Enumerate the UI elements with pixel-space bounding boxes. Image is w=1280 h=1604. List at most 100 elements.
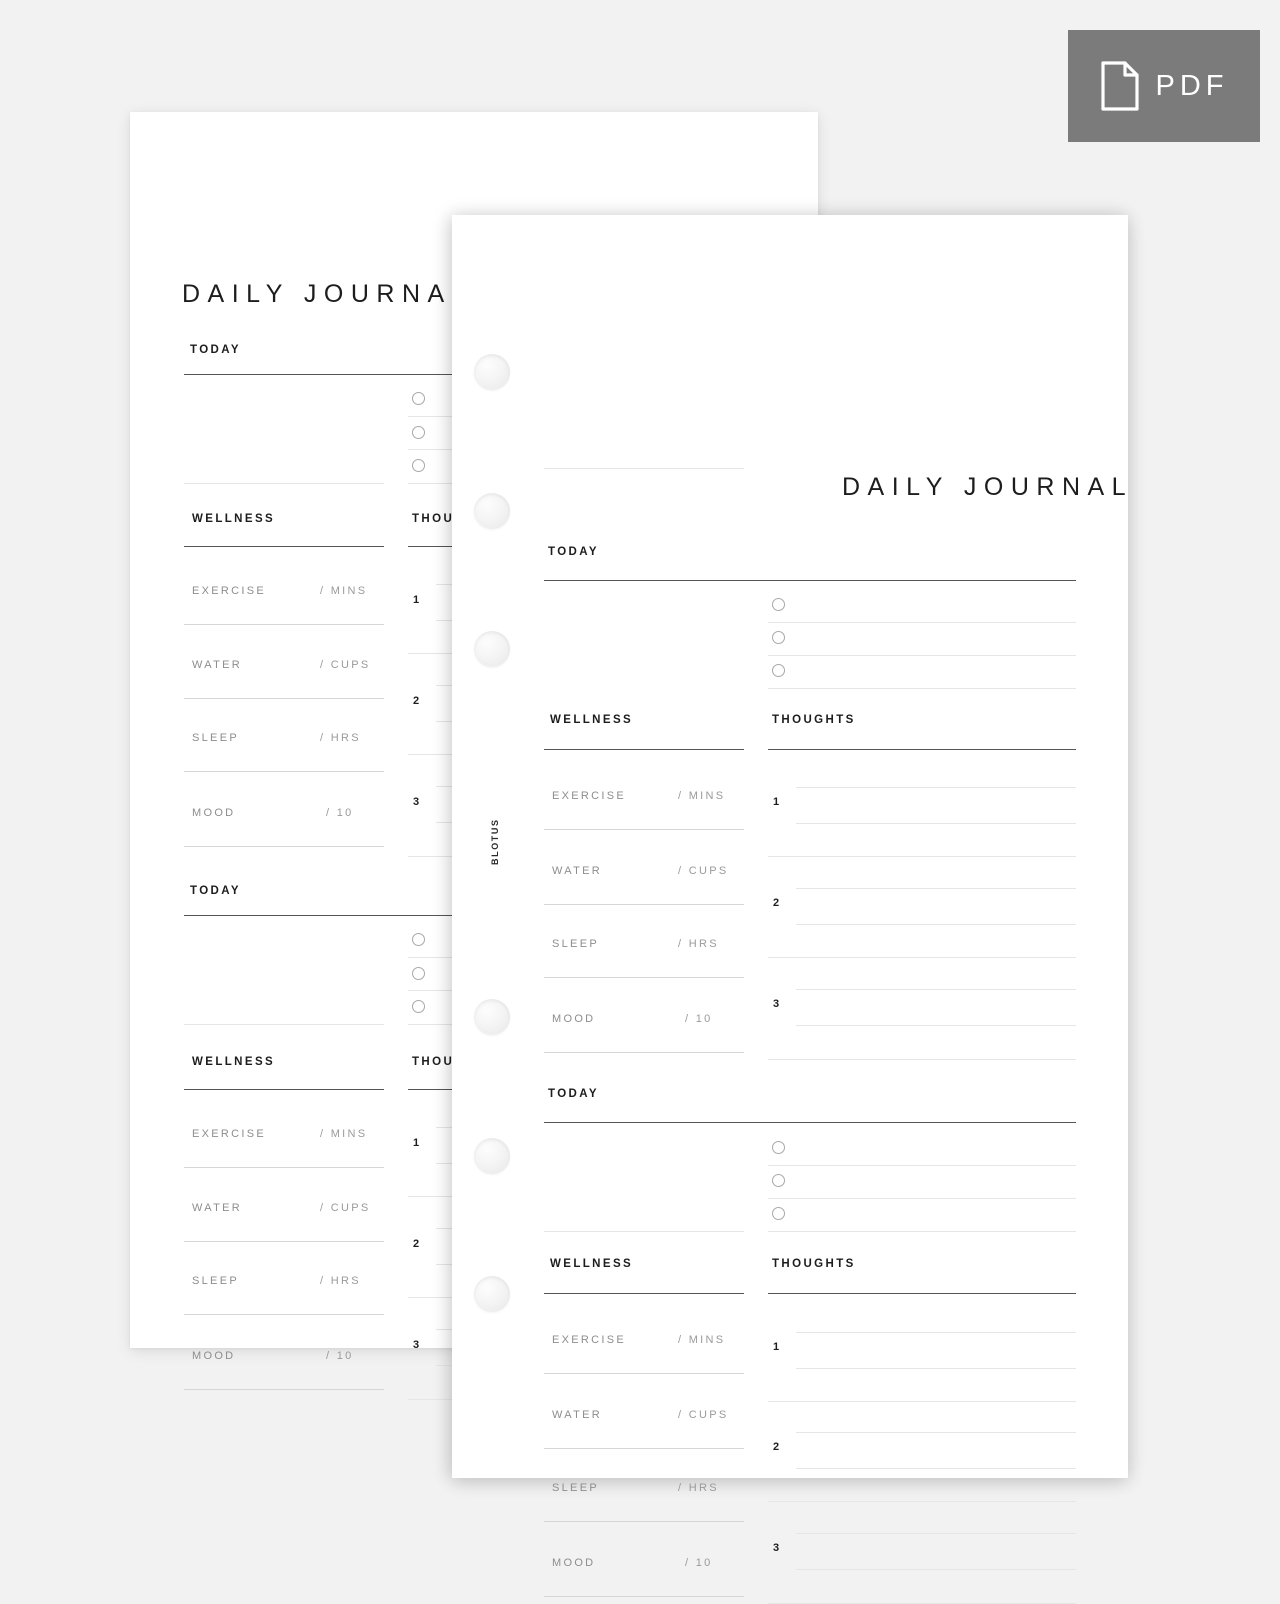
pdf-badge[interactable]: PDF [1068,30,1260,142]
today-checkbox-rule [768,622,1076,623]
thought-write-rule [796,924,1076,925]
metric-label: SLEEP [192,732,239,744]
thought-number: 3 [413,1339,420,1351]
page-title: DAILY JOURNAL [842,473,1134,501]
hole-punch [474,1276,510,1312]
thoughts-section-label: THOU [412,1056,455,1068]
wellness-underline [184,1089,384,1090]
metric-label: SLEEP [552,1482,599,1494]
wellness-section-label: WELLNESS [192,1056,276,1068]
metric-rule [184,1167,384,1168]
today-checkbox-rule [768,688,1076,689]
today-checkbox[interactable] [412,459,425,472]
thought-divider [768,856,1076,857]
hole-punch [474,354,510,390]
wellness-section-label: WELLNESS [550,1258,634,1270]
today-checkbox[interactable] [772,1174,785,1187]
today-note-rule [544,1231,744,1232]
pdf-document-icon [1100,61,1140,111]
metric-label: SLEEP [192,1275,239,1287]
today-checkbox[interactable] [412,967,425,980]
today-underline [544,580,1076,581]
metric-rule [544,1052,744,1053]
hole-punch [474,493,510,529]
today-checkbox[interactable] [412,392,425,405]
metric-rule [544,829,744,830]
metric-unit: / MINS [320,1128,368,1140]
thought-write-rule [796,1332,1076,1333]
metric-label: SLEEP [552,938,599,950]
thought-number: 3 [773,998,780,1010]
metric-rule [184,846,384,847]
today-checkbox-rule [768,655,1076,656]
today-checkbox[interactable] [772,631,785,644]
wellness-underline [184,546,384,547]
thought-write-rule [796,1025,1076,1026]
today-checkbox[interactable] [412,1000,425,1013]
metric-unit: / HRS [678,938,719,950]
front-sheet-content: BLOTUS DAILY JOURNAL TODAY WELLNESS THOU… [452,215,1128,1604]
thought-number: 3 [773,1542,780,1554]
metric-label: WATER [192,1202,242,1214]
thought-number: 2 [773,897,780,909]
wellness-section-label: WELLNESS [192,513,276,525]
metric-rule [544,1596,744,1597]
metric-unit: / 10 [326,1350,354,1362]
metric-label: EXERCISE [552,790,627,802]
metric-unit: / MINS [678,790,726,802]
page-title: DAILY JOURNAL [182,280,474,308]
thought-divider [768,1501,1076,1502]
metric-label: MOOD [192,807,236,819]
thought-write-rule [796,823,1076,824]
metric-unit: / CUPS [320,1202,371,1214]
metric-unit: / 10 [685,1013,713,1025]
metric-rule [544,977,744,978]
thoughts-section-label: THOUGHTS [772,1258,856,1270]
today-checkbox[interactable] [772,1141,785,1154]
today-checkbox[interactable] [772,664,785,677]
thought-number: 1 [413,1137,420,1149]
today-note-rule-top [544,468,744,469]
metric-unit: / CUPS [678,1409,729,1421]
today-checkbox[interactable] [772,1207,785,1220]
today-note-rule [184,1024,384,1025]
metric-rule [184,1389,384,1390]
today-section-label: TODAY [190,885,241,897]
metric-label: MOOD [552,1013,596,1025]
metric-rule [184,698,384,699]
thought-number: 1 [413,594,420,606]
thought-number: 2 [413,695,420,707]
metric-label: MOOD [192,1350,236,1362]
today-checkbox[interactable] [412,426,425,439]
thoughts-underline [768,749,1076,750]
thought-number: 3 [413,796,420,808]
metric-unit: / 10 [326,807,354,819]
thought-divider [768,1059,1076,1060]
metric-rule [184,771,384,772]
thoughts-section-label: THOUGHTS [772,714,856,726]
metric-unit: / HRS [320,1275,361,1287]
today-checkbox[interactable] [772,598,785,611]
wellness-section-label: WELLNESS [550,714,634,726]
today-checkbox[interactable] [412,933,425,946]
thought-write-rule [796,787,1076,788]
metric-label: WATER [552,865,602,877]
today-checkbox-rule [768,1165,1076,1166]
thought-number: 2 [413,1238,420,1250]
metric-label: WATER [552,1409,602,1421]
thought-divider [768,957,1076,958]
today-checkbox-rule [768,1231,1076,1232]
metric-unit: / CUPS [320,659,371,671]
today-section-label: TODAY [548,546,599,558]
hole-punch [474,631,510,667]
metric-unit: / 10 [685,1557,713,1569]
thought-write-rule [796,1432,1076,1433]
metric-rule [184,1241,384,1242]
metric-rule [184,1314,384,1315]
thought-write-rule [796,1569,1076,1570]
today-checkbox-rule [768,1198,1076,1199]
metric-label: WATER [192,659,242,671]
front-journal-sheet[interactable]: BLOTUS DAILY JOURNAL TODAY WELLNESS THOU… [452,215,1128,1604]
thought-write-rule [796,1533,1076,1534]
metric-rule [544,1373,744,1374]
